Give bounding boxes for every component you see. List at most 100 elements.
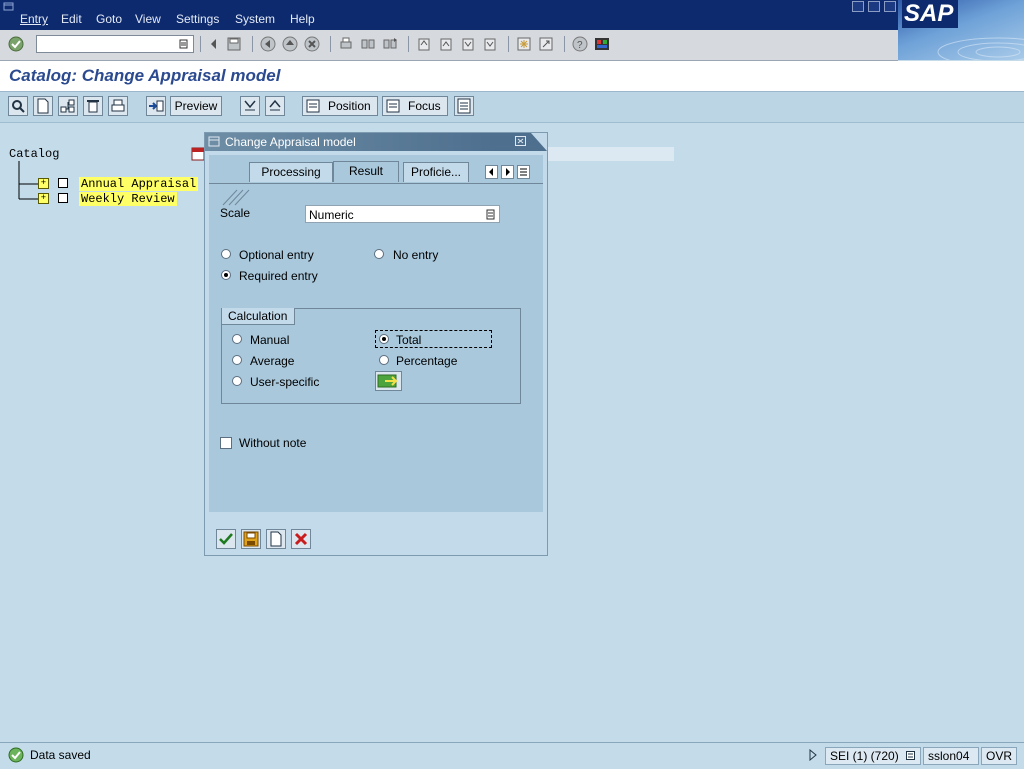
tab-processing[interactable]: Processing: [249, 162, 333, 182]
print-button[interactable]: [108, 96, 128, 116]
first-page-icon[interactable]: [416, 36, 432, 52]
navigate-button[interactable]: [146, 96, 166, 116]
total-label[interactable]: Total: [396, 333, 421, 347]
enter-checkmark-icon[interactable]: [8, 36, 24, 52]
back-icon[interactable]: [260, 36, 276, 52]
dialog-menu-icon[interactable]: [208, 136, 221, 148]
new-entry-button[interactable]: [266, 529, 286, 549]
node-checkbox[interactable]: [58, 178, 68, 188]
node-checkbox[interactable]: [58, 193, 68, 203]
tab-processing-label: Processing: [261, 165, 321, 179]
window-menu-icon[interactable]: [3, 2, 15, 12]
display-button[interactable]: [8, 96, 28, 116]
expand-all-button[interactable]: [240, 96, 260, 116]
dialog-title: Change Appraisal model: [225, 135, 356, 149]
dialog-close-icon[interactable]: [515, 136, 527, 147]
required-entry-label[interactable]: Required entry: [239, 269, 318, 283]
system-toolbar: ?: [0, 30, 898, 61]
tree-node-label[interactable]: Annual Appraisal: [79, 177, 199, 191]
save-button[interactable]: [241, 529, 261, 549]
close-window-icon[interactable]: [884, 1, 896, 12]
system-list-icon[interactable]: [906, 751, 916, 761]
collapse-all-button[interactable]: [265, 96, 285, 116]
tree-node[interactable]: + Weekly Review: [0, 192, 210, 206]
scale-select-value: Numeric: [309, 208, 354, 222]
server-field: sslon04: [923, 747, 979, 765]
dialog-titlebar[interactable]: Change Appraisal model: [205, 133, 547, 151]
tab-proficiency[interactable]: Proficie...: [403, 162, 469, 182]
percentage-radio[interactable]: [379, 355, 389, 365]
command-history-icon[interactable]: [179, 39, 189, 49]
required-entry-radio[interactable]: [221, 270, 231, 280]
hierarchy-icon: [60, 99, 75, 113]
trash-icon: [87, 100, 99, 113]
customize-layout-icon[interactable]: [594, 36, 610, 52]
no-entry-label[interactable]: No entry: [393, 248, 438, 262]
expand-status-icon[interactable]: [808, 749, 818, 761]
scale-select[interactable]: Numeric: [305, 205, 500, 223]
save-icon[interactable]: [226, 36, 242, 52]
expand-node-icon[interactable]: +: [38, 193, 49, 204]
insert-mode-field[interactable]: OVR: [981, 747, 1017, 765]
user-specific-settings-button[interactable]: [375, 371, 402, 391]
cancel-button[interactable]: [291, 529, 311, 549]
next-page-icon[interactable]: [460, 36, 476, 52]
manual-radio[interactable]: [232, 334, 242, 344]
find-icon[interactable]: [360, 36, 376, 52]
maximize-icon[interactable]: [868, 1, 880, 12]
menu-entry[interactable]: Entry: [20, 12, 48, 26]
previous-page-icon[interactable]: [438, 36, 454, 52]
average-label[interactable]: Average: [250, 354, 294, 368]
toolbar-separator: [200, 36, 201, 52]
tab-scroll-decoration: [222, 189, 250, 206]
menu-settings[interactable]: Settings: [176, 12, 219, 26]
delete-button[interactable]: [83, 96, 103, 116]
without-note-label[interactable]: Without note: [239, 436, 306, 450]
create-button[interactable]: [33, 96, 53, 116]
tab-result[interactable]: Result: [333, 161, 399, 182]
shortcut-icon[interactable]: [538, 36, 554, 52]
exit-icon[interactable]: [282, 36, 298, 52]
find-next-icon[interactable]: [382, 36, 398, 52]
collapse-left-icon[interactable]: [206, 36, 222, 52]
menu-system[interactable]: System: [235, 12, 275, 26]
optional-entry-radio[interactable]: [221, 249, 231, 259]
manual-label[interactable]: Manual: [250, 333, 289, 347]
menu-edit[interactable]: Edit: [61, 12, 82, 26]
menu-goto[interactable]: Goto: [96, 12, 122, 26]
minimize-icon[interactable]: [852, 1, 864, 12]
toolbar-separator: [508, 36, 509, 52]
focus-button[interactable]: Focus: [382, 96, 448, 116]
calendar-icon: [191, 147, 205, 161]
average-radio[interactable]: [232, 355, 242, 365]
total-radio[interactable]: [379, 334, 389, 344]
create-session-icon[interactable]: [516, 36, 532, 52]
user-specific-radio[interactable]: [232, 376, 242, 386]
help-icon[interactable]: ?: [572, 36, 588, 52]
command-field[interactable]: [36, 35, 194, 53]
without-note-checkbox[interactable]: [220, 437, 232, 449]
optional-entry-label[interactable]: Optional entry: [239, 248, 314, 262]
cancel-icon[interactable]: [304, 36, 320, 52]
tree-node[interactable]: + Annual Appraisal: [0, 177, 210, 191]
no-entry-radio[interactable]: [374, 249, 384, 259]
sap-logo: SAP: [898, 0, 1024, 60]
position-icon: [306, 99, 320, 113]
print-icon[interactable]: [338, 36, 354, 52]
position-button[interactable]: Position: [302, 96, 378, 116]
dialog-corner-graphic: [531, 133, 547, 151]
last-page-icon[interactable]: [482, 36, 498, 52]
tree-node-label[interactable]: Weekly Review: [79, 192, 177, 206]
continue-button[interactable]: [216, 529, 236, 549]
dropdown-list-icon[interactable]: [486, 209, 496, 220]
structure-button[interactable]: [58, 96, 78, 116]
system-info-field: SEI (1) (720): [825, 747, 921, 765]
expand-node-icon[interactable]: +: [38, 178, 49, 189]
percentage-label[interactable]: Percentage: [396, 354, 457, 368]
user-specific-label[interactable]: User-specific: [250, 375, 319, 389]
list-button[interactable]: [454, 96, 474, 116]
menu-help[interactable]: Help: [290, 12, 315, 26]
preview-button[interactable]: Preview: [170, 96, 222, 116]
tab-navigation-icons[interactable]: [485, 164, 533, 180]
menu-view[interactable]: View: [135, 12, 161, 26]
